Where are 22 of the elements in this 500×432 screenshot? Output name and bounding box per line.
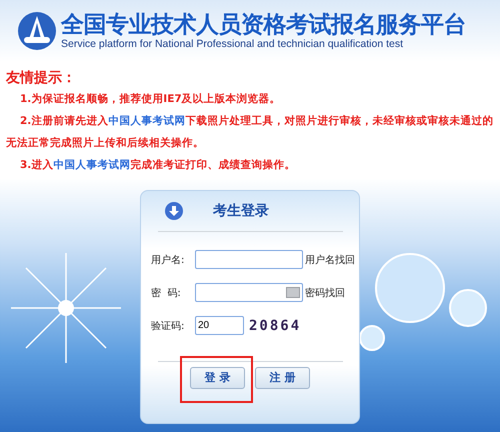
recover-link[interactable]: 用户名找回 bbox=[305, 252, 355, 266]
password-field[interactable] bbox=[195, 283, 303, 302]
username-field[interactable] bbox=[195, 250, 303, 269]
register-button[interactable]: 注册 bbox=[255, 366, 310, 388]
captcha-field[interactable]: 20 bbox=[195, 316, 244, 335]
keyboard-icon[interactable] bbox=[286, 287, 300, 298]
field-label: 验证码: bbox=[151, 320, 186, 332]
notice-item: 2.注册前请先进入中国人事考试网下载照片处理工具，对照片进行审核，未经审核或审核未通过的无法正常完成照片上传和后续相关操作。 bbox=[6, 114, 494, 151]
login-button[interactable]: 登录 bbox=[190, 366, 245, 388]
notice-item: 3.进入中国人事考试网完成准考证打印、成绩查询操作。 bbox=[19, 158, 296, 173]
login-title: 考生登录 bbox=[213, 202, 269, 220]
exam-site-link[interactable]: 中国人事考试网 bbox=[108, 115, 186, 127]
notice-item: 1.为保证报名顺畅，推荐使用IE7及以上版本浏览器。 bbox=[19, 92, 282, 107]
site-title: 全国专业技术人员资格考试报名服务平台 bbox=[61, 12, 466, 38]
exam-site-link[interactable]: 中国人事考试网 bbox=[53, 159, 130, 171]
notice-heading: 友情提示： bbox=[6, 69, 77, 88]
captcha-image: 20864 bbox=[248, 318, 302, 334]
logo-icon bbox=[17, 11, 57, 51]
site-subtitle: Service platform for National Professional and technician qualification test bbox=[61, 38, 404, 50]
field-label: 用户名: bbox=[151, 254, 186, 266]
field-label: 密 码: bbox=[151, 286, 182, 300]
recover-link[interactable]: 密码找回 bbox=[305, 286, 345, 300]
